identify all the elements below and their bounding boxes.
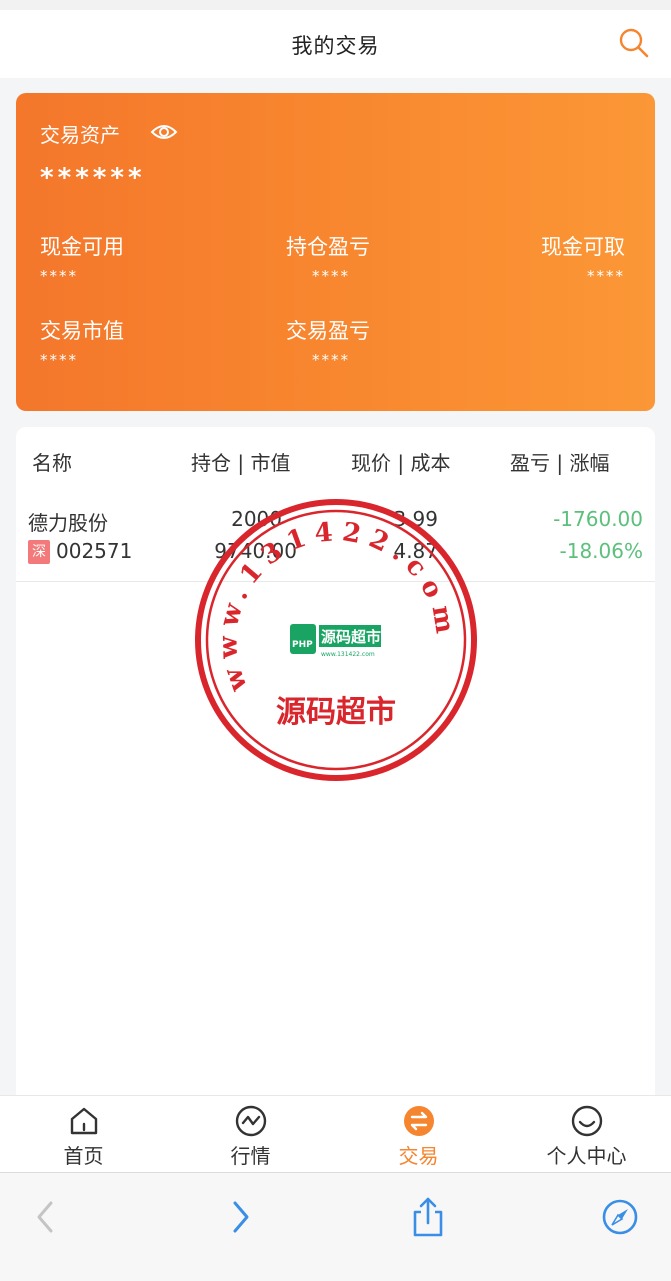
stat-cash-available-value: **** bbox=[40, 267, 78, 285]
share-icon[interactable] bbox=[406, 1195, 450, 1239]
col-header-pnl: 盈亏 | 涨幅 bbox=[510, 451, 610, 475]
stat-position-pnl-label: 持仓盈亏 bbox=[286, 235, 370, 259]
tab-profile-label: 个人中心 bbox=[546, 1144, 627, 1168]
cost-price: 4.87 bbox=[393, 539, 438, 563]
pnl-amount: -1760.00 bbox=[553, 507, 643, 531]
tab-trade[interactable]: 交易 bbox=[335, 1096, 502, 1173]
back-icon[interactable] bbox=[24, 1195, 68, 1239]
chart-icon bbox=[235, 1105, 267, 1137]
col-header-position: 持仓 | 市值 bbox=[191, 451, 291, 475]
page-header: 我的交易 bbox=[0, 10, 671, 78]
stat-position-pnl-value: **** bbox=[312, 267, 350, 285]
user-icon bbox=[571, 1105, 603, 1137]
tab-market[interactable]: 行情 bbox=[167, 1096, 334, 1173]
row-divider bbox=[16, 581, 655, 582]
col-header-name: 名称 bbox=[32, 451, 72, 475]
col-header-price: 现价 | 成本 bbox=[351, 451, 451, 475]
search-icon[interactable] bbox=[617, 26, 651, 60]
market-badge: 深 bbox=[28, 540, 50, 564]
stat-market-value-value: **** bbox=[40, 351, 78, 369]
position-market-value: 9740.00 bbox=[214, 539, 297, 563]
tab-home[interactable]: 首页 bbox=[0, 1096, 167, 1173]
holdings-panel: 名称 持仓 | 市值 现价 | 成本 盈亏 | 涨幅 德力股份 深 002571… bbox=[16, 427, 655, 1127]
trade-icon bbox=[404, 1106, 434, 1136]
tab-bar: 首页 行情 交易 个人中心 bbox=[0, 1095, 671, 1173]
tab-market-label: 行情 bbox=[230, 1144, 271, 1168]
tab-trade-label: 交易 bbox=[398, 1144, 439, 1168]
tab-home-label: 首页 bbox=[63, 1144, 104, 1168]
stat-trade-pnl-value: **** bbox=[312, 351, 350, 369]
current-price: 3.99 bbox=[393, 507, 438, 531]
eye-icon[interactable] bbox=[150, 121, 178, 143]
stat-cash-available-label: 现金可用 bbox=[40, 235, 124, 259]
forward-icon[interactable] bbox=[218, 1195, 262, 1239]
stock-name: 德力股份 bbox=[28, 511, 108, 535]
home-icon bbox=[70, 1107, 98, 1135]
stat-trade-pnl-label: 交易盈亏 bbox=[286, 319, 370, 343]
stat-cash-withdrawable-value: **** bbox=[587, 267, 625, 285]
page-title: 我的交易 bbox=[291, 34, 380, 58]
browser-toolbar bbox=[0, 1172, 671, 1281]
stat-cash-withdrawable-label: 现金可取 bbox=[541, 235, 625, 259]
compass-icon[interactable] bbox=[598, 1195, 642, 1239]
asset-card: 交易资产 ****** 现金可用 **** 持仓盈亏 **** 现金可取 ***… bbox=[16, 93, 655, 411]
asset-value: ****** bbox=[40, 163, 146, 193]
stock-code: 002571 bbox=[56, 539, 133, 563]
position-qty: 2000 bbox=[231, 507, 282, 531]
stat-market-value-label: 交易市值 bbox=[40, 319, 124, 343]
asset-label: 交易资产 bbox=[40, 123, 120, 147]
pnl-percent: -18.06% bbox=[559, 539, 643, 563]
tab-profile[interactable]: 个人中心 bbox=[503, 1096, 670, 1173]
